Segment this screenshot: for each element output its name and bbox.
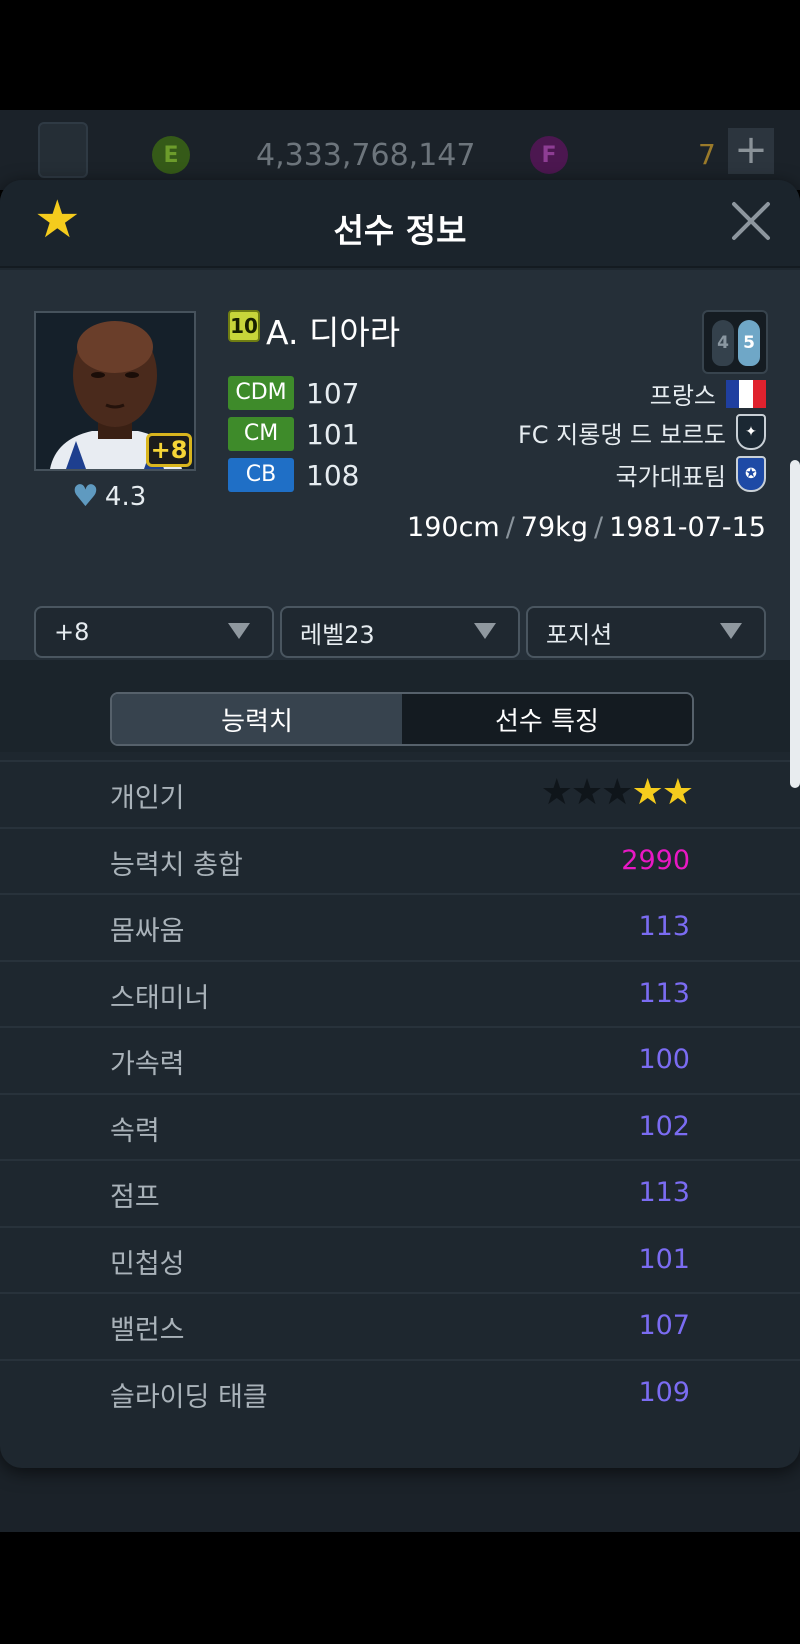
stat-row: 가속력 100 <box>0 1026 800 1093</box>
star-empty-icon: ★ <box>540 772 573 813</box>
club-label: FC 지롱댕 드 보르도 <box>517 420 726 449</box>
weight-value: 79kg <box>520 512 588 543</box>
stat-value: 102 <box>638 1110 690 1142</box>
position-dropdown[interactable]: 포지션 <box>526 606 766 658</box>
player-info-panel: +8 ♥ 4.3 10 A. 디아라 4 5 CDM 107 CM 101 CB… <box>0 270 800 660</box>
info-tabs: 능력치 선수 특징 <box>110 692 694 746</box>
bio-separator: / <box>505 512 515 543</box>
position-row-cb: CB 108 <box>228 458 359 492</box>
national-team-row: 국가대표팀 ✪ <box>616 456 766 492</box>
stat-value: 109 <box>638 1376 690 1408</box>
bio-separator: / <box>593 512 604 543</box>
player-portrait: +8 <box>34 311 196 471</box>
chevron-down-icon <box>720 623 742 639</box>
close-icon[interactable] <box>728 198 774 244</box>
popularity-stars: ★★★★★ <box>540 772 694 813</box>
club-row: FC 지롱댕 드 보르도 ✦ <box>518 414 766 450</box>
season-badge: 10 <box>228 310 260 342</box>
player-name: A. 디아라 <box>266 313 401 352</box>
enhance-level-dropdown[interactable]: +8 <box>34 606 274 658</box>
height-value: 190cm <box>407 512 500 543</box>
position-row-cdm: CDM 107 <box>228 376 359 410</box>
position-badge: CDM <box>228 376 294 410</box>
position-ovr: 108 <box>306 458 360 492</box>
tab-stats[interactable]: 능력치 <box>112 694 402 744</box>
stat-value: 113 <box>638 911 690 942</box>
player-bio: 190cm/79kg/1981-07-15 <box>407 512 766 543</box>
stat-value: 113 <box>638 1177 690 1208</box>
stat-label: 속력 <box>110 1115 160 1147</box>
stat-label: 민첩성 <box>110 1248 185 1280</box>
position-ovr: 107 <box>306 376 360 410</box>
star-filled-icon: ★ <box>661 772 694 813</box>
stat-label: 개인기 <box>110 783 185 814</box>
stat-value: 113 <box>638 977 690 1009</box>
stat-row: 스태미너 113 <box>0 959 800 1027</box>
stat-row: 몸싸움 113 <box>0 893 800 960</box>
right-foot-icon: 5 <box>738 320 760 366</box>
national-team-crest-icon: ✪ <box>736 456 766 492</box>
position-row-cm: CM 101 <box>228 417 359 451</box>
nation-row: 프랑스 <box>650 376 766 411</box>
stat-row-popularity: 개인기 ★★★★★ <box>0 760 800 827</box>
stat-label: 밸런스 <box>110 1315 185 1346</box>
chevron-down-icon <box>228 623 250 639</box>
position-dropdown-value: 포지션 <box>546 620 613 649</box>
stat-row: 민첩성 101 <box>0 1225 800 1293</box>
national-team-label: 국가대표팀 <box>615 462 726 491</box>
club-crest-icon: ✦ <box>736 414 766 450</box>
player-level-dropdown[interactable]: 레벨23 <box>280 606 520 658</box>
stats-list: 개인기 ★★★★★ 능력치 총합 2990 몸싸움 113 스태미너 113 가… <box>0 760 800 1425</box>
stat-row: 슬라이딩 태클 109 <box>0 1358 800 1426</box>
stat-label: 슬라이딩 태클 <box>110 1381 268 1413</box>
modal-title: 선수 정보 <box>333 211 467 250</box>
stat-label: 가속력 <box>110 1049 185 1080</box>
scrollbar[interactable] <box>790 460 800 788</box>
stat-row: 점프 113 <box>0 1159 800 1226</box>
level-dropdown-value: 레벨23 <box>300 620 375 649</box>
coin-e-amount: 4,333,768,147 <box>256 137 476 173</box>
chevron-down-icon <box>474 623 496 639</box>
position-ovr: 101 <box>306 417 360 451</box>
coin-e-display: E 4,333,768,147 <box>152 130 475 180</box>
player-rating: ♥ 4.3 <box>72 479 147 514</box>
star-empty-icon: ★ <box>601 772 633 813</box>
star-empty-icon: ★ <box>570 772 603 813</box>
birthdate-value: 1981-07-15 <box>609 512 766 543</box>
france-flag-icon <box>726 379 766 408</box>
position-badge: CB <box>228 458 294 492</box>
stat-value: 101 <box>638 1243 690 1275</box>
coin-e-icon: E <box>152 136 190 174</box>
rating-value: 4.3 <box>104 482 147 512</box>
stat-value: 100 <box>638 1044 690 1075</box>
coin-f-display: F <box>530 130 568 180</box>
preferred-foot-indicator: 4 5 <box>702 310 768 374</box>
coin-f-icon: F <box>530 136 568 174</box>
heart-icon: ♥ <box>72 479 99 514</box>
stat-label: 몸싸움 <box>110 916 185 947</box>
stat-row: 밸런스 107 <box>0 1292 800 1359</box>
enhance-level-badge: +8 <box>146 433 192 467</box>
tab-traits[interactable]: 선수 특징 <box>402 694 692 744</box>
nation-label: 프랑스 <box>649 382 716 410</box>
manager-avatar[interactable] <box>38 122 88 178</box>
position-badge: CM <box>228 417 294 451</box>
stat-label: 점프 <box>110 1182 160 1213</box>
add-currency-button[interactable]: + <box>728 128 774 174</box>
stat-row-total: 능력치 총합 2990 <box>0 826 800 894</box>
stat-label: 능력치 총합 <box>110 849 243 881</box>
star-filled-icon: ★ <box>631 772 663 813</box>
stat-value: 2990 <box>621 844 690 876</box>
player-info-modal: ★ 선수 정보 +8 ♥ 4.3 10 A. 디아라 4 5 CDM 107 C… <box>0 180 800 1468</box>
enhance-dropdown-value: +8 <box>54 618 90 646</box>
modal-header: ★ 선수 정보 <box>0 180 800 268</box>
left-foot-icon: 4 <box>712 320 734 366</box>
stat-label: 스태미너 <box>110 982 210 1014</box>
stat-row: 속력 102 <box>0 1092 800 1160</box>
stat-value: 107 <box>638 1310 690 1341</box>
coin-f-amount: 7 <box>698 138 716 171</box>
